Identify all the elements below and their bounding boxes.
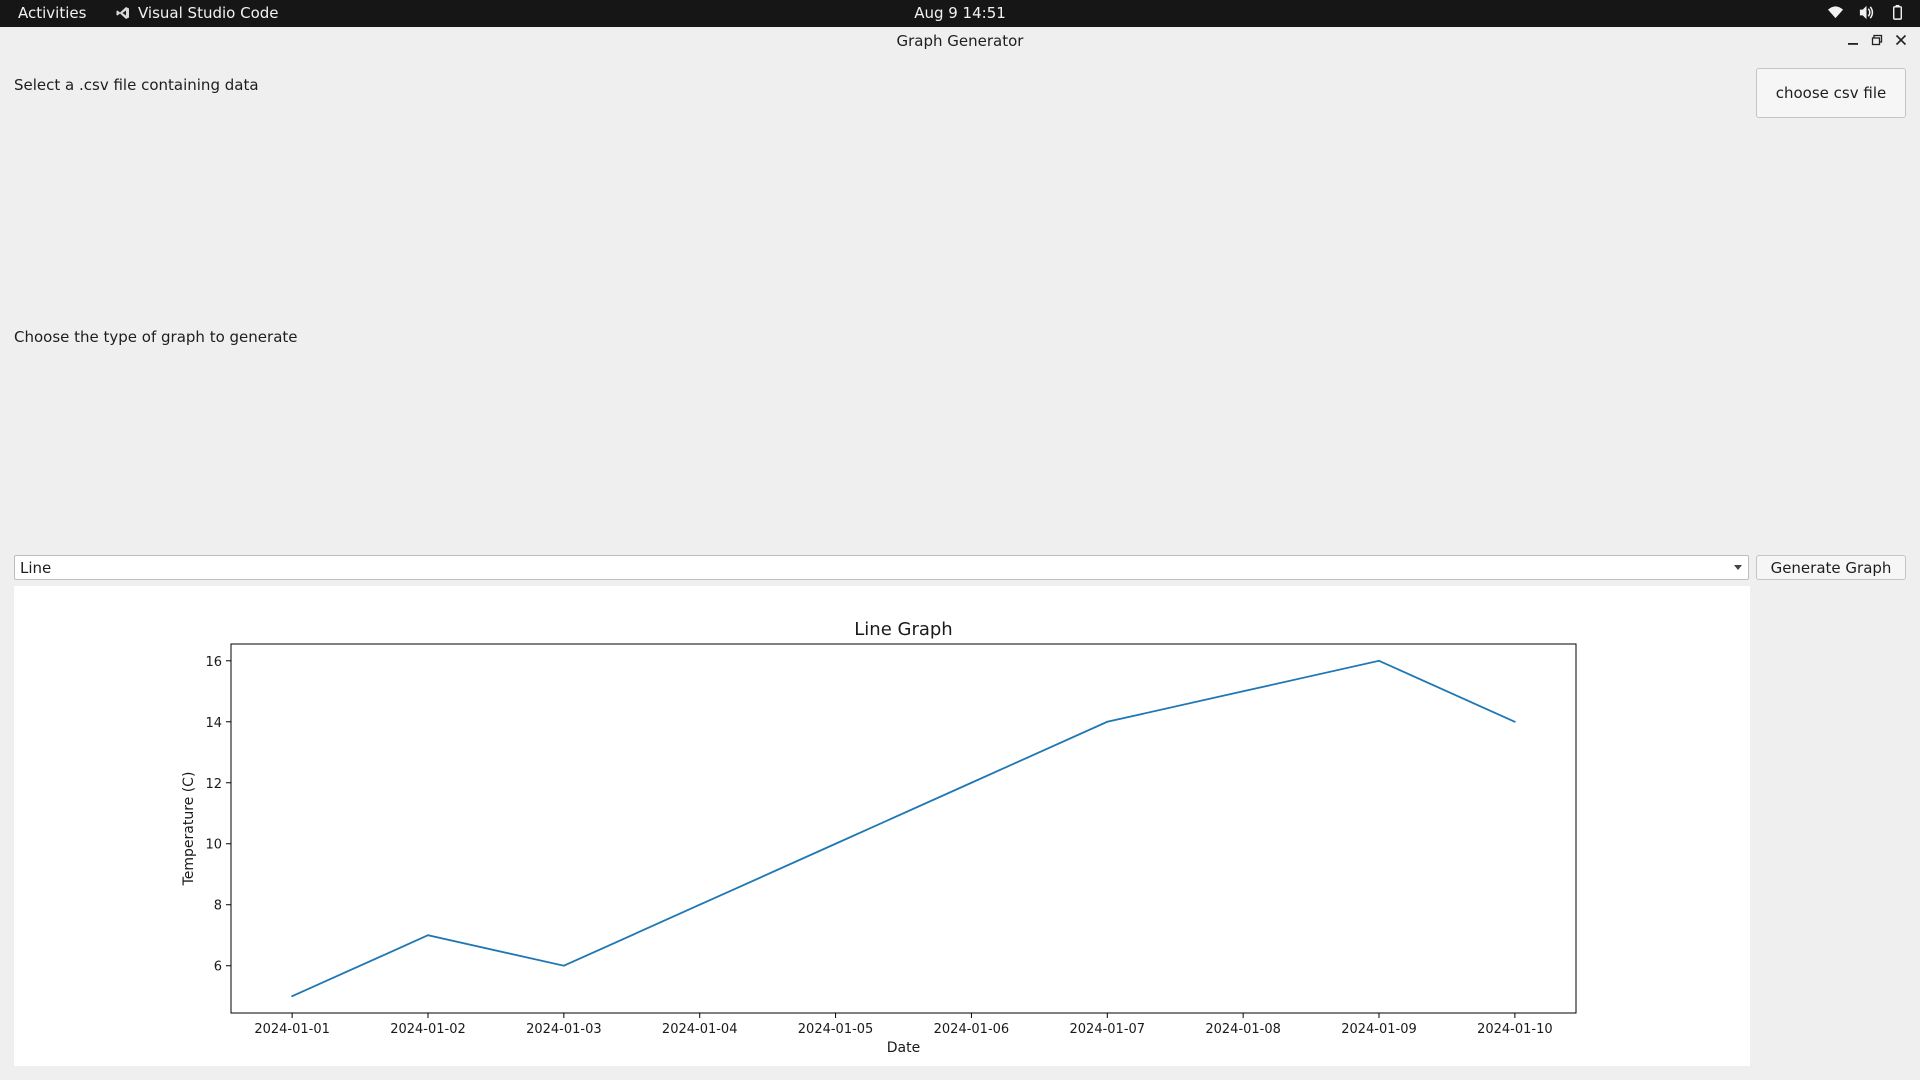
graph-type-select[interactable]: Line xyxy=(14,555,1749,580)
system-tray[interactable] xyxy=(1827,4,1906,21)
data-point xyxy=(562,964,565,967)
csv-prompt-label: Select a .csv file containing data xyxy=(14,76,259,94)
window-title: Graph Generator xyxy=(896,32,1024,50)
chart-title: Line Graph xyxy=(854,619,952,640)
x-axis-label: Date xyxy=(887,1040,920,1056)
generate-graph-button[interactable]: Generate Graph xyxy=(1756,555,1906,580)
activities-button[interactable]: Activities xyxy=(18,4,86,22)
y-tick-label: 14 xyxy=(205,716,222,731)
y-tick-label: 12 xyxy=(205,777,222,792)
data-point xyxy=(1106,720,1109,723)
minimize-button[interactable] xyxy=(1844,31,1862,49)
y-axis-label: Temperature (C) xyxy=(181,772,197,887)
minimize-icon xyxy=(1848,43,1858,45)
clock[interactable]: Aug 9 14:51 xyxy=(914,4,1006,22)
wifi-icon[interactable] xyxy=(1827,4,1844,21)
data-point xyxy=(291,995,294,998)
data-point xyxy=(970,781,973,784)
graph-type-selected-value: Line xyxy=(20,559,52,577)
x-tick-label: 2024-01-09 xyxy=(1341,1022,1417,1037)
maximize-button[interactable] xyxy=(1868,31,1886,49)
data-point xyxy=(834,842,837,845)
series-line xyxy=(291,659,1516,998)
close-button[interactable] xyxy=(1892,31,1910,49)
app-menu[interactable]: Visual Studio Code xyxy=(116,4,279,22)
x-tick-label: 2024-01-06 xyxy=(934,1022,1010,1037)
plot-frame xyxy=(230,643,1577,1014)
choose-csv-button[interactable]: choose csv file xyxy=(1756,68,1906,118)
graph-type-prompt-label: Choose the type of graph to generate xyxy=(14,328,298,346)
x-tick-label: 2024-01-01 xyxy=(254,1022,330,1037)
app-name: Visual Studio Code xyxy=(138,4,279,22)
data-point xyxy=(427,934,429,937)
volume-icon[interactable] xyxy=(1858,4,1875,21)
y-tick-label: 6 xyxy=(214,960,222,975)
vscode-icon xyxy=(116,7,129,19)
line-chart: Line Graph Date Temperature (C) 2024-01-… xyxy=(181,619,1577,1056)
system-top-bar: Activities Visual Studio Code Aug 9 14:5… xyxy=(0,0,1920,27)
x-tick-label: 2024-01-07 xyxy=(1070,1022,1146,1037)
y-tick-label: 8 xyxy=(214,899,222,914)
x-tick-label: 2024-01-03 xyxy=(526,1022,602,1037)
data-point xyxy=(698,903,701,906)
x-tick-label: 2024-01-02 xyxy=(390,1022,466,1037)
close-icon xyxy=(1895,34,1907,46)
y-tick-label: 16 xyxy=(205,655,222,670)
window-controls xyxy=(1844,31,1910,49)
x-tick-label: 2024-01-08 xyxy=(1205,1022,1281,1037)
data-point xyxy=(1242,690,1245,693)
maximize-icon xyxy=(1871,34,1883,46)
x-tick-label: 2024-01-10 xyxy=(1477,1022,1553,1037)
data-point xyxy=(1513,720,1516,723)
battery-icon[interactable] xyxy=(1889,4,1906,21)
chevron-down-icon xyxy=(1734,565,1742,570)
data-point xyxy=(1378,659,1380,662)
x-tick-label: 2024-01-05 xyxy=(798,1022,874,1037)
y-tick-label: 10 xyxy=(205,838,222,853)
x-tick-label: 2024-01-04 xyxy=(662,1022,738,1037)
window-titlebar[interactable]: Graph Generator xyxy=(0,27,1920,56)
graph-canvas: Line Graph Date Temperature (C) 2024-01-… xyxy=(14,586,1750,1066)
